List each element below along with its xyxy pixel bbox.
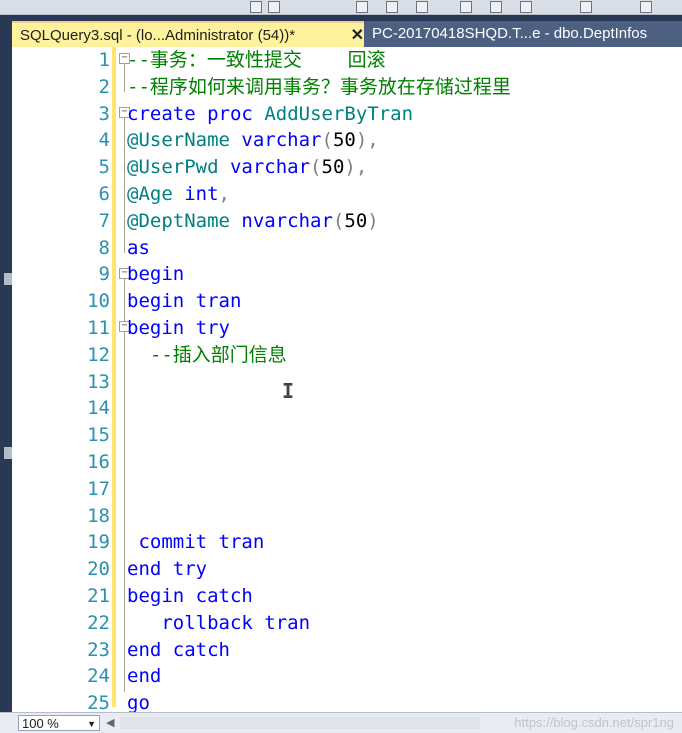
toolbar-icon[interactable] xyxy=(356,1,368,13)
code-line[interactable]: @Age int, xyxy=(127,181,230,208)
line-number: 14 xyxy=(87,397,110,420)
line-number: 10 xyxy=(87,290,110,313)
line-number: 4 xyxy=(98,129,110,152)
indicator-margin xyxy=(12,47,40,712)
line-number: 16 xyxy=(87,451,110,473)
left-panel-edge xyxy=(0,47,12,712)
text-cursor-ibeam-icon: I xyxy=(282,379,295,403)
line-number: 22 xyxy=(87,611,110,634)
code-line[interactable]: --程序如何来调用事务？事务放在存储过程里 xyxy=(127,74,511,101)
sql-editor[interactable]: 1 2 3 4 5 6 7 8 9 10 11 12 13 14 15 16 17 18 19 20 21 22 23 24 2… xyxy=(12,47,682,712)
change-tracking-bar xyxy=(112,47,116,707)
line-number: 9 xyxy=(98,263,110,286)
scroll-left-icon[interactable]: ◀ xyxy=(106,716,114,729)
toolbar-icon[interactable] xyxy=(250,1,262,13)
toolbar-icon[interactable] xyxy=(640,1,652,13)
tab-title: PC-20170418SHQD.T...e - dbo.DeptInfos xyxy=(372,25,648,42)
code-line[interactable]: @UserName varchar(50), xyxy=(127,127,379,154)
toolbar-icon[interactable] xyxy=(416,1,428,13)
line-number: 8 xyxy=(98,236,110,259)
toolbar-icon[interactable] xyxy=(490,1,502,13)
code-line[interactable]: go xyxy=(127,690,150,712)
toolbar-icon[interactable] xyxy=(386,1,398,13)
fold-guide xyxy=(124,332,125,652)
line-number: 23 xyxy=(87,638,110,661)
fold-guide xyxy=(124,279,125,324)
line-number: 25 xyxy=(87,692,110,712)
zoom-select[interactable]: 100 % ▼ xyxy=(18,715,100,731)
tab-sqlquery3[interactable]: SQLQuery3.sql - (lo...Administrator (54)… xyxy=(12,21,372,49)
toolbar-icon[interactable] xyxy=(460,1,472,13)
horizontal-scrollbar[interactable] xyxy=(120,717,480,729)
line-number: 11 xyxy=(87,317,110,339)
line-number: 20 xyxy=(87,558,110,581)
line-number: 24 xyxy=(87,665,110,688)
line-number: 5 xyxy=(98,156,110,179)
code-line[interactable]: create proc AddUserByTran xyxy=(127,101,413,128)
line-number: 1 xyxy=(98,49,110,71)
line-number: 18 xyxy=(87,504,110,527)
chevron-down-icon[interactable]: ▼ xyxy=(87,716,96,732)
line-number: 2 xyxy=(98,75,110,98)
code-line[interactable]: begin tran xyxy=(127,288,241,315)
line-number: 6 xyxy=(98,183,110,205)
zoom-value: 100 % xyxy=(22,716,59,731)
code-line[interactable]: begin catch xyxy=(127,583,253,610)
toolbar xyxy=(0,0,682,15)
line-number: 12 xyxy=(87,343,110,366)
line-number: 19 xyxy=(87,531,110,554)
fold-guide xyxy=(124,652,125,692)
watermark: https://blog.csdn.net/spr1ng xyxy=(514,715,674,730)
code-line[interactable]: commit tran xyxy=(127,529,264,556)
line-number: 13 xyxy=(87,370,110,393)
tab-title: SQLQuery3.sql - (lo...Administrator (54)… xyxy=(20,27,296,44)
code-line[interactable]: begin xyxy=(127,261,184,288)
code-line[interactable]: begin try xyxy=(127,315,230,342)
line-number: 21 xyxy=(87,585,110,607)
line-number: 15 xyxy=(87,424,110,447)
toolbar-icon[interactable] xyxy=(580,1,592,13)
code-line[interactable]: @DeptName nvarchar(50) xyxy=(127,208,379,235)
toolbar-icon[interactable] xyxy=(520,1,532,13)
tab-deptinfos[interactable]: PC-20170418SHQD.T...e - dbo.DeptInfos xyxy=(364,21,682,47)
code-line[interactable]: end try xyxy=(127,556,207,583)
code-line[interactable]: --插入部门信息 xyxy=(127,342,287,369)
code-line[interactable]: @UserPwd varchar(50), xyxy=(127,154,367,181)
fold-guide xyxy=(124,118,125,253)
code-line[interactable]: rollback tran xyxy=(127,610,310,637)
line-number-gutter: 1 2 3 4 5 6 7 8 9 10 11 12 13 14 15 16 17 18 19 20 21 22 23 24 2… xyxy=(40,47,110,712)
close-icon[interactable]: ✕ xyxy=(351,23,364,49)
line-number: 17 xyxy=(87,477,110,500)
line-number: 7 xyxy=(98,209,110,232)
code-line[interactable]: end catch xyxy=(127,637,230,664)
panel-marker xyxy=(4,447,12,459)
line-number: 3 xyxy=(98,102,110,125)
editor-statusbar: 100 % ▼ ◀ https://blog.csdn.net/spr1ng xyxy=(0,712,682,733)
document-tab-strip: SQLQuery3.sql - (lo...Administrator (54)… xyxy=(0,15,682,49)
toolbar-icon[interactable] xyxy=(268,1,280,13)
code-line[interactable]: as xyxy=(127,235,150,262)
code-line[interactable]: end xyxy=(127,663,161,690)
fold-guide xyxy=(124,64,125,92)
code-line[interactable]: --事务：一致性提交 回滚 xyxy=(127,47,386,74)
panel-marker xyxy=(4,273,12,285)
